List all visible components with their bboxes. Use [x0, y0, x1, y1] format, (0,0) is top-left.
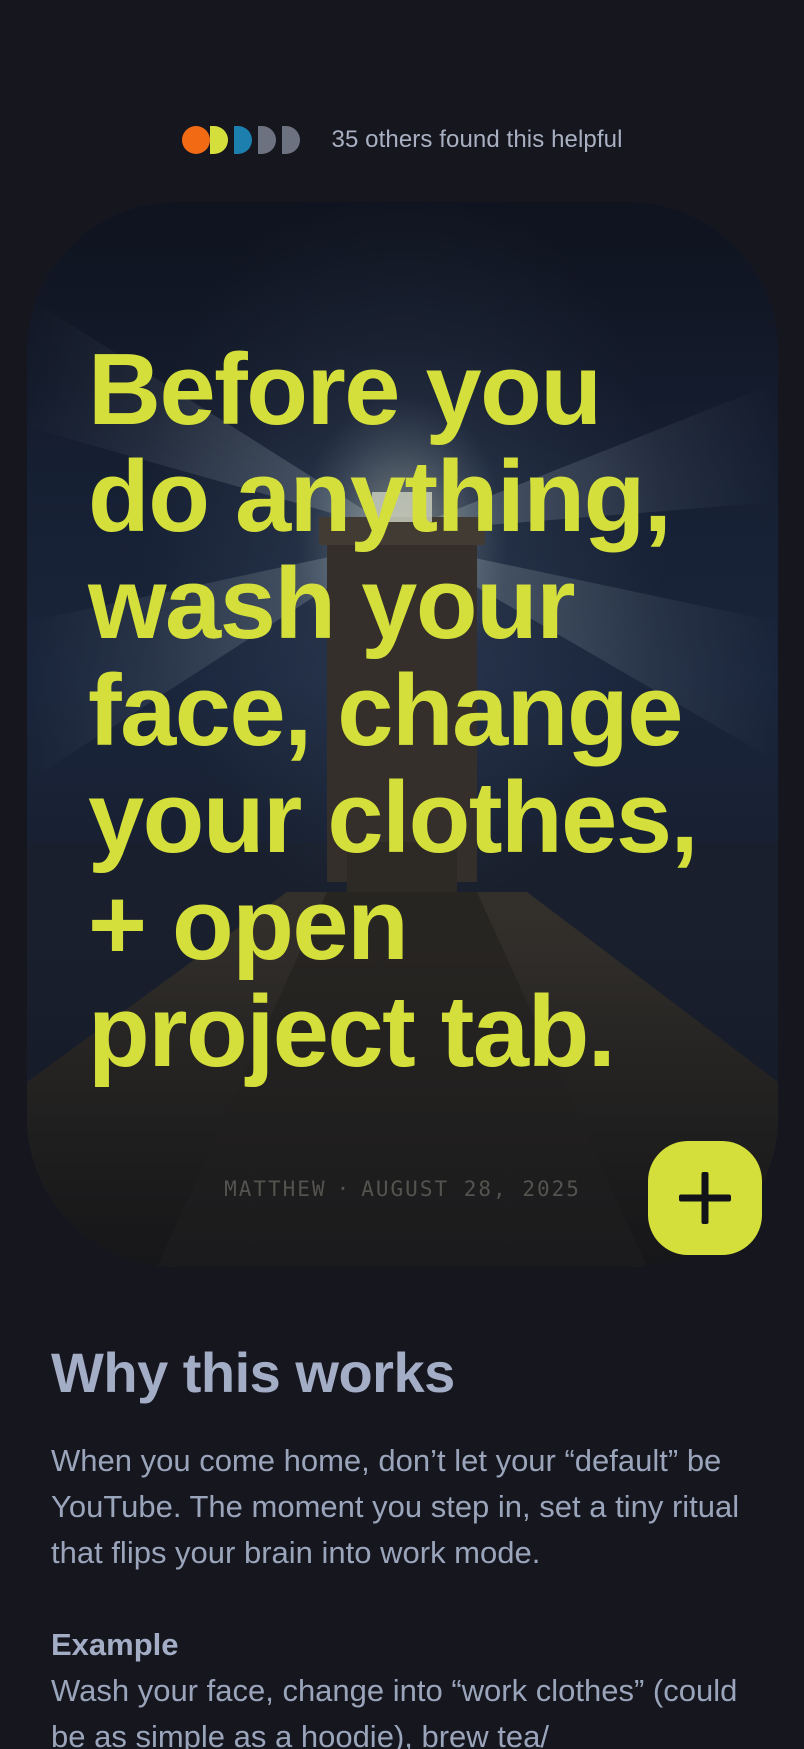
- quote-line: face, change: [88, 655, 683, 767]
- plus-icon: [679, 1172, 731, 1224]
- byline-separator: ·: [336, 1177, 352, 1201]
- example-body: Wash your face, change into “work clothe…: [51, 1673, 738, 1749]
- avatar: [281, 126, 300, 154]
- example-label: Example: [51, 1627, 179, 1662]
- quote-line: your clothes,: [88, 762, 699, 874]
- quote-line: Before you: [88, 334, 602, 446]
- quote-line: project tab.: [88, 976, 616, 1088]
- quote-line: wash your: [88, 548, 576, 660]
- tip-quote: Before you do anything, wash your face, …: [88, 337, 728, 1086]
- author-name: MATTHEW: [224, 1177, 327, 1201]
- helpful-count-text: 35 others found this helpful: [331, 126, 623, 153]
- avatar: [257, 126, 276, 154]
- quote-line: do anything,: [88, 441, 672, 553]
- avatar: [233, 126, 252, 154]
- quote-line: + open: [88, 869, 409, 981]
- page: 35 others found this helpful Before you …: [0, 0, 804, 1749]
- section-title: Why this works: [51, 1341, 455, 1404]
- post-date: AUGUST 28, 2025: [361, 1177, 581, 1201]
- avatar: [181, 126, 210, 154]
- section-body: When you come home, don’t let your “defa…: [51, 1443, 740, 1570]
- avatar-stack: [181, 126, 310, 154]
- helpful-indicator[interactable]: 35 others found this helpful: [0, 124, 804, 156]
- avatar: [209, 126, 228, 154]
- tip-card[interactable]: Before you do anything, wash your face, …: [27, 202, 778, 1267]
- add-button[interactable]: [648, 1141, 762, 1255]
